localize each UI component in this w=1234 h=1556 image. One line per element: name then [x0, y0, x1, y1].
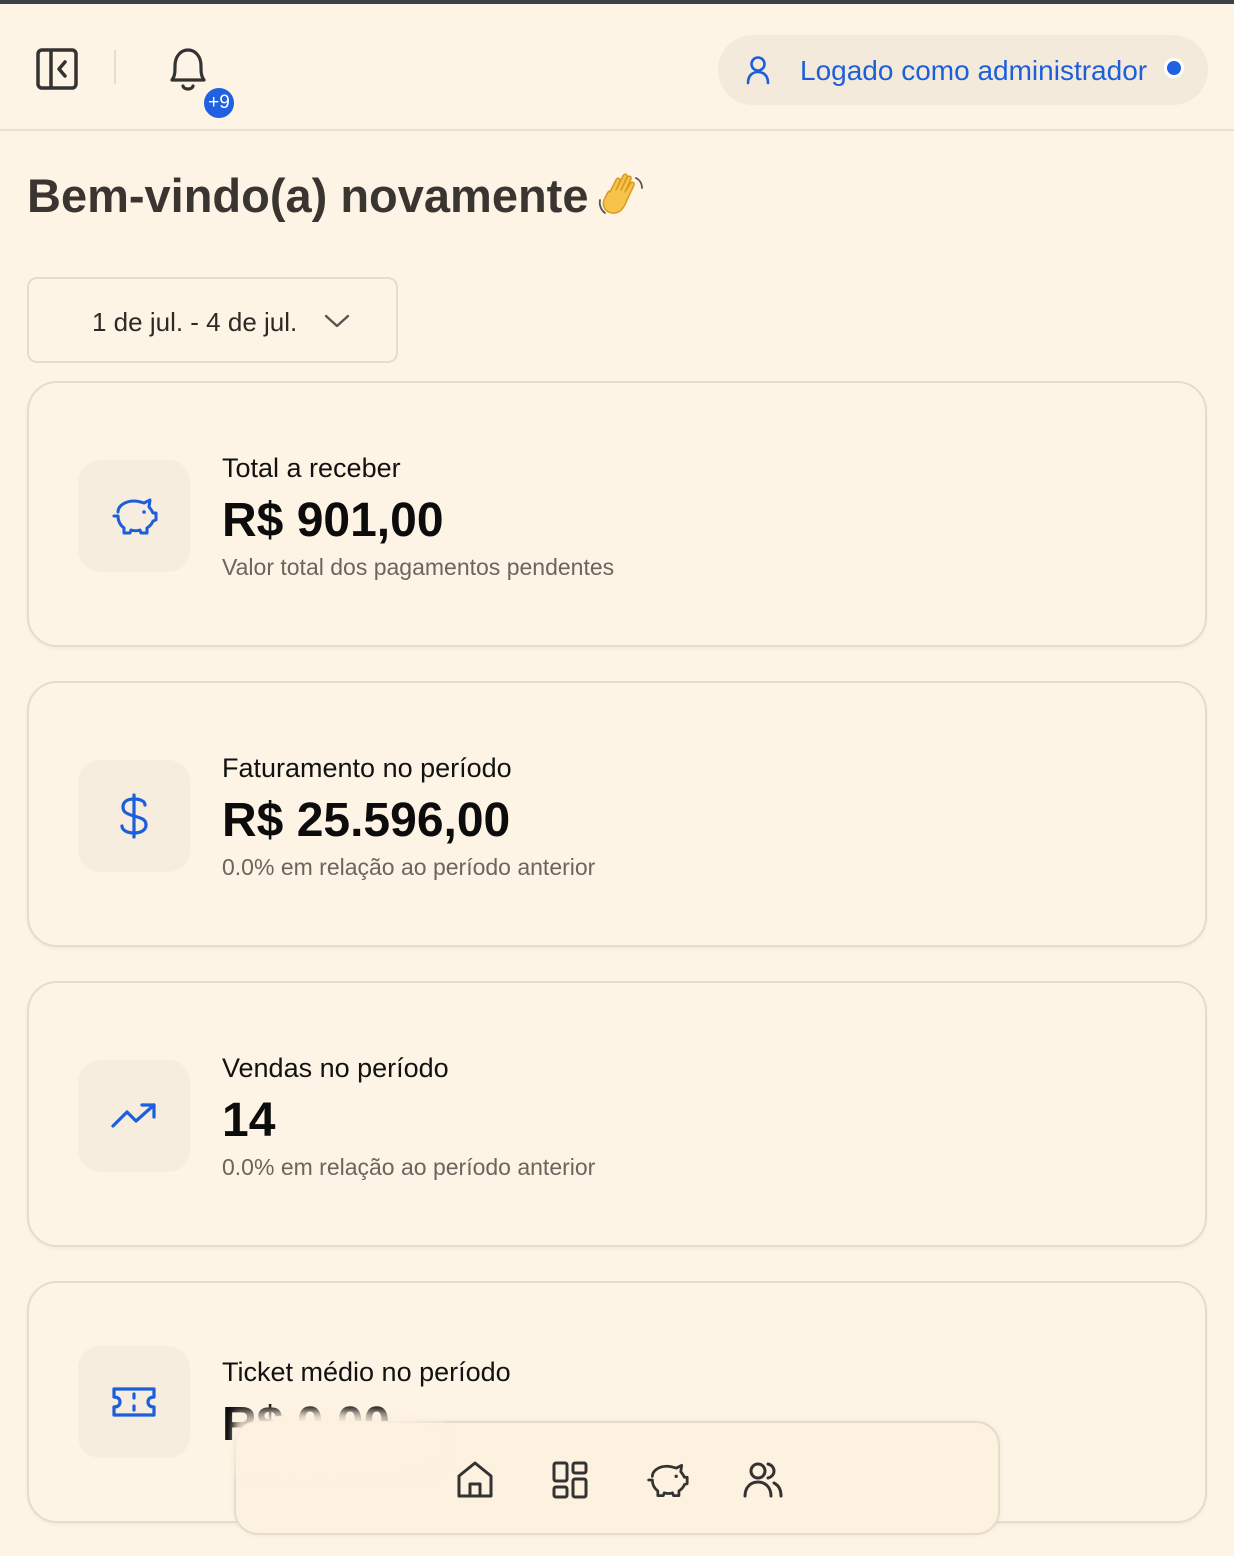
card-subtitle: 0.0% em relação ao período anterior [222, 854, 596, 880]
panel-left-icon [36, 48, 78, 90]
dollar-icon [120, 793, 148, 839]
dashboard-icon [552, 1461, 588, 1499]
card-icon-box [78, 1060, 190, 1172]
card-icon-box [78, 460, 190, 572]
card-title: Total a receber [222, 453, 401, 483]
bottom-navigation [234, 1409, 1000, 1535]
nav-users-button[interactable] [741, 1458, 785, 1502]
card-revenue: Faturamento no período R$ 25.596,00 0.0%… [27, 681, 1207, 947]
nav-dashboard-button[interactable] [549, 1458, 593, 1502]
user-role-label: Logado como administrador [800, 55, 1148, 86]
piggy-bank-icon [647, 1463, 689, 1497]
card-value: 14 [222, 1094, 276, 1147]
card-title: Ticket médio no período [222, 1357, 511, 1387]
top-header: +9 Logado como administrador [0, 4, 1234, 131]
card-icon-box [78, 1346, 190, 1458]
nav-home-button[interactable] [453, 1458, 497, 1502]
waving-hand-icon [596, 170, 648, 220]
nav-overlay-blur [234, 1409, 444, 1479]
card-icon-box [78, 760, 190, 872]
online-status-dot [1164, 58, 1184, 78]
ticket-icon [112, 1387, 156, 1417]
trending-up-icon [111, 1103, 156, 1128]
user-icon [746, 56, 770, 85]
card-sales: Vendas no período 14 0.0% em relação ao … [27, 981, 1207, 1247]
header-divider [114, 50, 116, 84]
card-subtitle: 0.0% em relação ao período anterior [222, 1154, 596, 1180]
home-icon [457, 1461, 493, 1498]
card-value: R$ 901,00 [222, 494, 444, 547]
nav-finance-button[interactable] [645, 1458, 689, 1502]
page-title: Bem-vindo(a) novamente [27, 169, 589, 222]
card-value: R$ 25.596,00 [222, 794, 511, 847]
card-title: Faturamento no período [222, 753, 512, 783]
card-title: Vendas no período [222, 1053, 449, 1083]
chevron-down-icon [324, 314, 350, 328]
piggy-bank-icon [112, 498, 158, 535]
sidebar-toggle-button[interactable] [34, 46, 82, 92]
date-range-picker[interactable]: 1 de jul. - 4 de jul. [27, 277, 398, 363]
card-subtitle: Valor total dos pagamentos pendentes [222, 554, 615, 580]
date-range-label: 1 de jul. - 4 de jul. [92, 307, 298, 337]
card-total-receivable: Total a receber R$ 901,00 Valor total do… [27, 381, 1207, 647]
notification-count-badge: +9 [202, 86, 236, 120]
users-icon [743, 1462, 783, 1498]
user-status-pill[interactable]: Logado como administrador [718, 35, 1208, 105]
